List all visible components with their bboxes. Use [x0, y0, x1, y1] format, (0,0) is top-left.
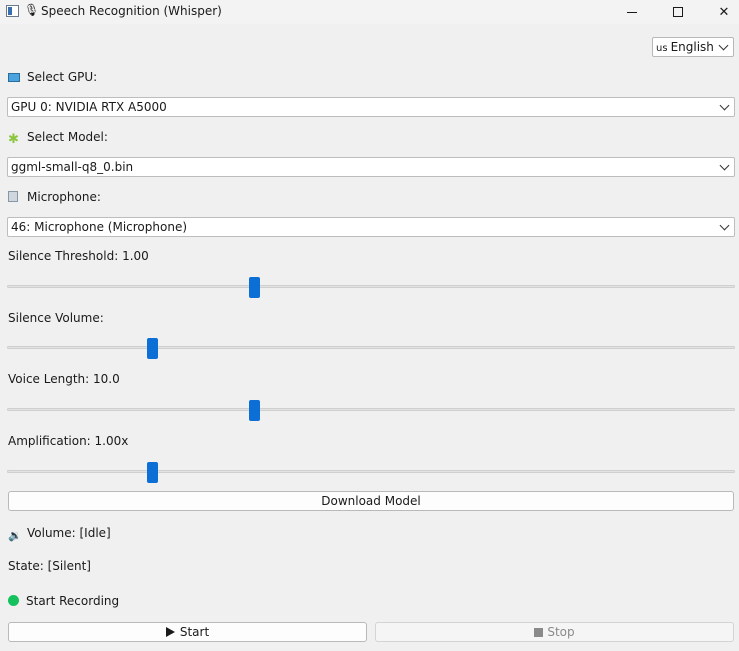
computer-icon [8, 73, 20, 82]
start-button[interactable]: Start [8, 622, 367, 642]
voice-length-slider[interactable] [7, 408, 735, 411]
silence-volume-slider[interactable] [7, 346, 735, 349]
minimize-button[interactable] [609, 0, 655, 24]
stop-icon [534, 627, 544, 637]
microphone-select-value: 46: Microphone (Microphone) [11, 220, 188, 234]
close-button[interactable]: ✕ [701, 0, 739, 24]
stop-button[interactable]: Stop [375, 622, 734, 642]
microphone-label-text: Microphone: [27, 190, 101, 204]
model-select[interactable]: ggml-small-q8_0.bin [7, 157, 735, 177]
us-flag-icon: us [656, 43, 668, 54]
silence-threshold-label: Silence Threshold: 1.00 [8, 249, 149, 263]
maximize-button[interactable] [655, 0, 701, 24]
amplification-slider[interactable] [7, 470, 735, 473]
chevron-down-icon [719, 160, 730, 171]
close-icon: ✕ [718, 4, 730, 20]
language-select[interactable]: us English [652, 37, 734, 57]
microphone-label: Microphone: [8, 190, 101, 204]
silence-volume-slider-thumb[interactable] [147, 338, 159, 359]
chevron-down-icon [719, 100, 730, 111]
model-label-text: Select Model: [27, 130, 108, 144]
gpu-label-text: Select GPU: [27, 70, 98, 84]
chevron-down-icon [719, 220, 730, 231]
recording-status: Start Recording [8, 594, 119, 608]
puzzle-piece-icon: ✱ [8, 132, 19, 147]
recording-status-text: Start Recording [26, 594, 120, 608]
start-button-label: Start [179, 625, 210, 639]
minimize-icon [627, 11, 637, 13]
speaker-icon: 🔉 [8, 529, 22, 542]
gpu-select[interactable]: GPU 0: NVIDIA RTX A5000 [7, 97, 735, 117]
maximize-icon [673, 7, 683, 17]
voice-length-slider-thumb[interactable] [249, 400, 261, 421]
app-window-icon [6, 5, 19, 17]
gpu-select-value: GPU 0: NVIDIA RTX A5000 [11, 100, 167, 114]
amplification-slider-thumb[interactable] [147, 462, 159, 483]
title-bar: 🎙 Speech Recognition (Whisper) ✕ [0, 0, 739, 24]
silence-threshold-slider-thumb[interactable] [249, 277, 261, 298]
voice-length-label: Voice Length: 10.0 [8, 372, 120, 386]
volume-status: 🔉 Volume: [Idle] [8, 526, 111, 542]
gpu-label: Select GPU: [8, 70, 97, 84]
microphone-icon: 🎙 [24, 3, 40, 17]
play-icon [165, 627, 175, 637]
download-model-button-label: Download Model [321, 494, 421, 508]
microphone-device-icon [8, 191, 18, 202]
silence-threshold-slider[interactable] [7, 285, 735, 288]
window-title: Speech Recognition (Whisper) [41, 4, 222, 18]
chevron-down-icon [718, 40, 729, 51]
amplification-label: Amplification: 1.00x [8, 434, 129, 448]
model-select-value: ggml-small-q8_0.bin [11, 160, 134, 174]
stop-button-label: Stop [547, 625, 575, 639]
silence-volume-label: Silence Volume: [8, 311, 104, 325]
state-status: State: [Silent] [8, 559, 91, 573]
recording-indicator-icon [8, 595, 19, 606]
model-label: ✱ Select Model: [8, 130, 108, 146]
volume-status-text: Volume: [Idle] [27, 526, 111, 540]
language-value: English [670, 40, 714, 54]
download-model-button[interactable]: Download Model [8, 491, 734, 511]
microphone-select[interactable]: 46: Microphone (Microphone) [7, 217, 735, 237]
